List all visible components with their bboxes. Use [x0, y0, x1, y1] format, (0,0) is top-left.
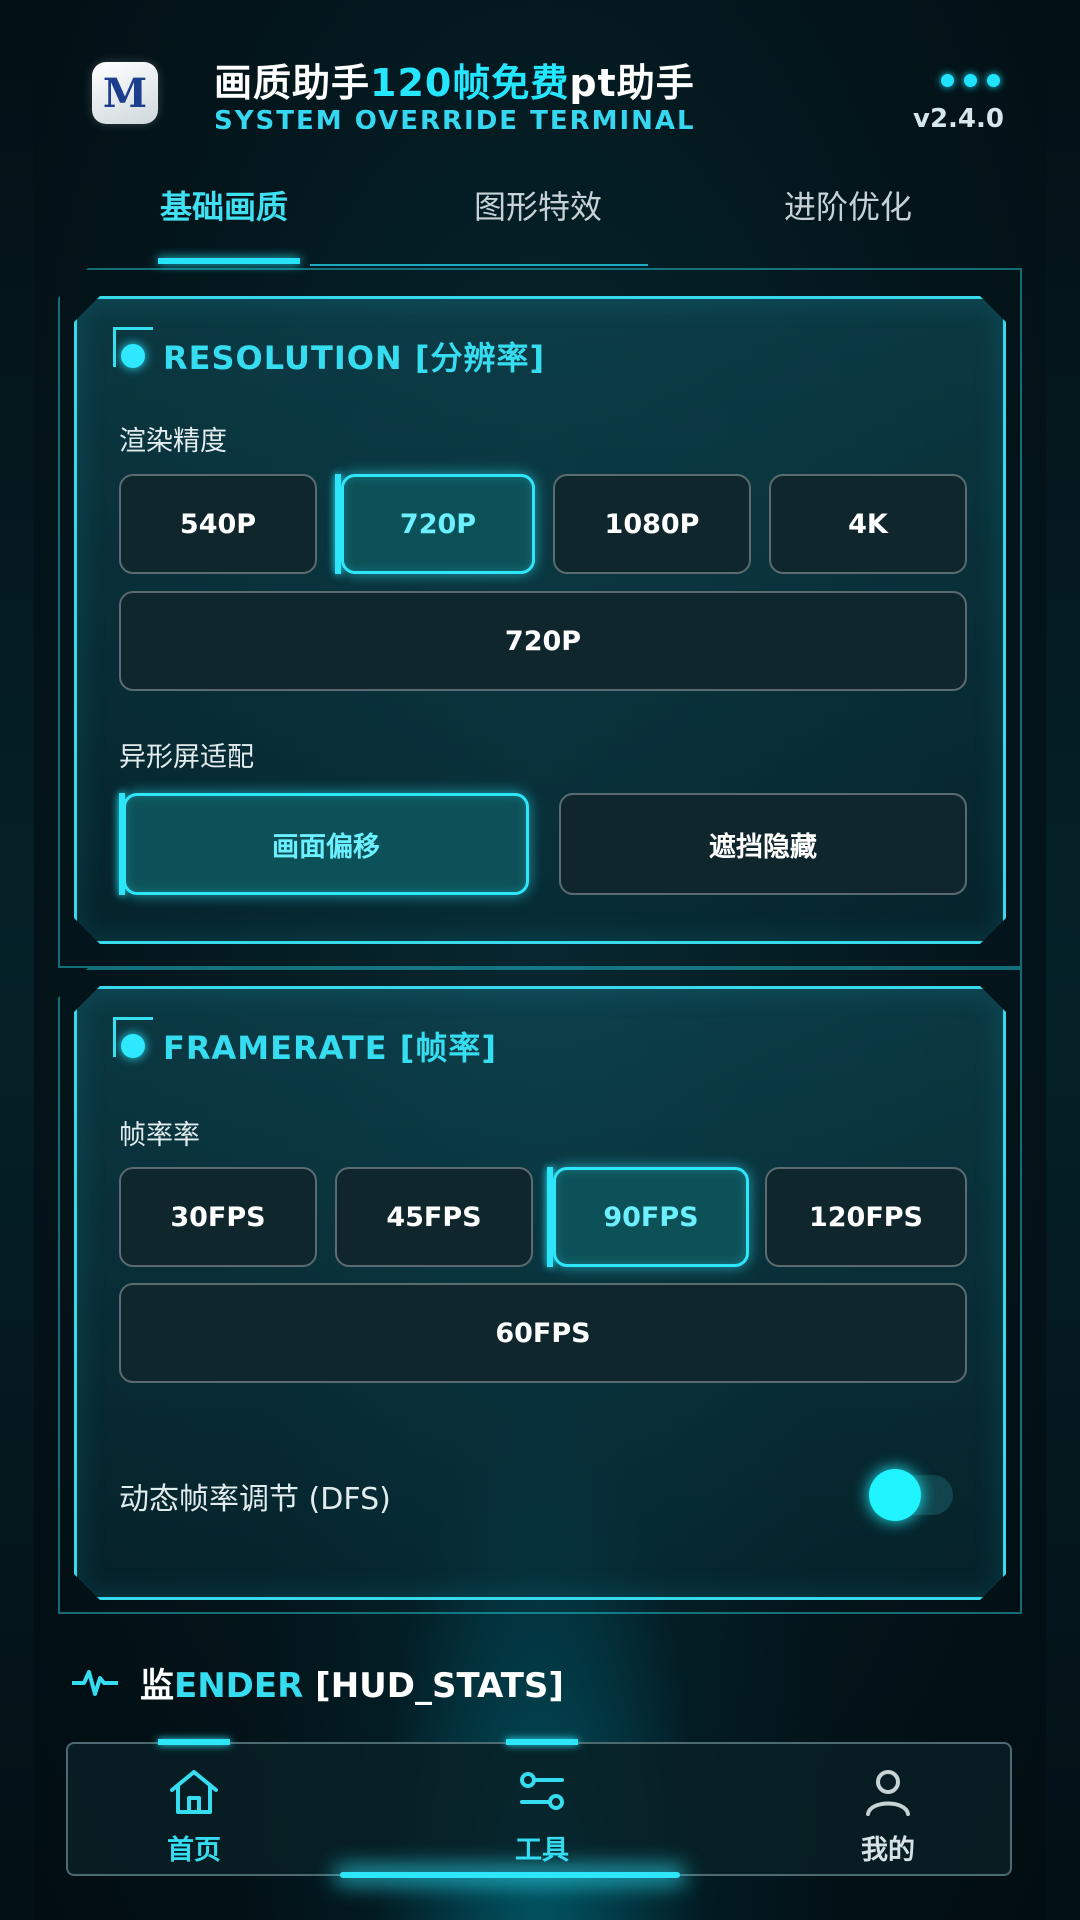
frame-rail-left — [0, 0, 34, 1920]
framerate-panel: FRAMERATE [帧率] 帧率率 30FPS 45FPS 90FPS 120… — [74, 986, 1006, 1600]
dfs-label: 动态帧率调节 (DFS) — [119, 1482, 391, 1517]
home-icon — [170, 1770, 218, 1814]
notch-adaptation-label: 异形屏适配 — [119, 742, 254, 773]
resolution-title: RESOLUTION [分辨率] — [163, 339, 546, 377]
nav-profile-label: 我的 — [861, 1835, 915, 1866]
bottom-nav: 首页 工具 我的 — [66, 1739, 1012, 1878]
more-dots-icon[interactable] — [941, 74, 1000, 87]
resolution-panel: RESOLUTION [分辨率] 渲染精度 540P 720P 1080P 4K… — [74, 296, 1006, 944]
framerate-title: FRAMERATE [帧率] — [163, 1029, 497, 1067]
framerate-label: 帧率率 — [119, 1120, 200, 1151]
app-logo: M — [92, 62, 158, 124]
pulse-icon — [72, 1669, 118, 1696]
version-label: v2.4.0 — [913, 104, 1004, 134]
nav-home-label: 首页 — [167, 1835, 221, 1866]
hud-title-highlight: ENDER — [174, 1666, 304, 1706]
dfs-toggle[interactable] — [869, 1475, 953, 1515]
nav-tools[interactable]: 工具 — [442, 1739, 642, 1878]
framerate-current-value[interactable]: 60FPS — [119, 1283, 967, 1383]
nav-active-glow — [340, 1872, 680, 1878]
resolution-current-value[interactable]: 720P — [119, 591, 967, 691]
tools-icon — [520, 1772, 564, 1810]
resolution-option-720p[interactable]: 720P — [341, 474, 535, 574]
app-title: 画质助手120帧免费pt助手 — [214, 52, 695, 107]
title-prefix: 画质助手 — [214, 61, 371, 105]
nav-tools-label: 工具 — [515, 1835, 569, 1866]
nav-profile[interactable]: 我的 — [788, 1744, 988, 1878]
tab-advanced-optimization[interactable]: 进阶优化 — [784, 182, 912, 228]
hud-stats-title: 监ENDER [HUD_STATS] — [140, 1658, 564, 1707]
nav-indicator-bar — [158, 1739, 230, 1745]
app-subtitle: SYSTEM OVERRIDE TERMINAL — [214, 106, 696, 136]
notch-option-shift[interactable]: 画面偏移 — [123, 793, 529, 895]
hud-title-prefix: 监 — [140, 1666, 174, 1706]
tab-graphic-effects[interactable]: 图形特效 — [474, 182, 602, 228]
tab-divider-line — [310, 264, 648, 266]
corner-bracket-icon — [113, 327, 153, 367]
tab-bar: 基础画质 图形特效 进阶优化 — [90, 182, 990, 232]
framerate-header: FRAMERATE [帧率] — [121, 1023, 497, 1069]
resolution-header: RESOLUTION [分辨率] — [121, 333, 545, 379]
frame-rail-right — [1046, 0, 1080, 1920]
render-precision-label: 渲染精度 — [119, 426, 227, 457]
toggle-knob — [869, 1469, 921, 1521]
framerate-option-45fps[interactable]: 45FPS — [335, 1167, 533, 1267]
hud-title-suffix: [HUD_STATS] — [303, 1666, 564, 1706]
nav-home[interactable]: 首页 — [94, 1739, 294, 1878]
user-icon — [866, 1770, 910, 1816]
hud-stats-heading: 监ENDER [HUD_STATS] — [72, 1658, 564, 1707]
resolution-option-1080p[interactable]: 1080P — [553, 474, 751, 574]
resolution-option-540p[interactable]: 540P — [119, 474, 317, 574]
framerate-option-90fps[interactable]: 90FPS — [553, 1167, 749, 1267]
notch-option-hide[interactable]: 遮挡隐藏 — [559, 793, 967, 895]
framerate-option-30fps[interactable]: 30FPS — [119, 1167, 317, 1267]
resolution-option-4k[interactable]: 4K — [769, 474, 967, 574]
corner-bracket-icon — [113, 1017, 153, 1057]
title-suffix: pt助手 — [569, 61, 695, 105]
title-highlight: 120帧免费 — [370, 61, 570, 105]
nav-indicator-bar — [506, 1739, 578, 1745]
tab-basic-quality[interactable]: 基础画质 — [160, 182, 288, 228]
active-tab-underline — [158, 258, 300, 264]
logo-text: M — [102, 69, 148, 117]
framerate-option-120fps[interactable]: 120FPS — [765, 1167, 967, 1267]
